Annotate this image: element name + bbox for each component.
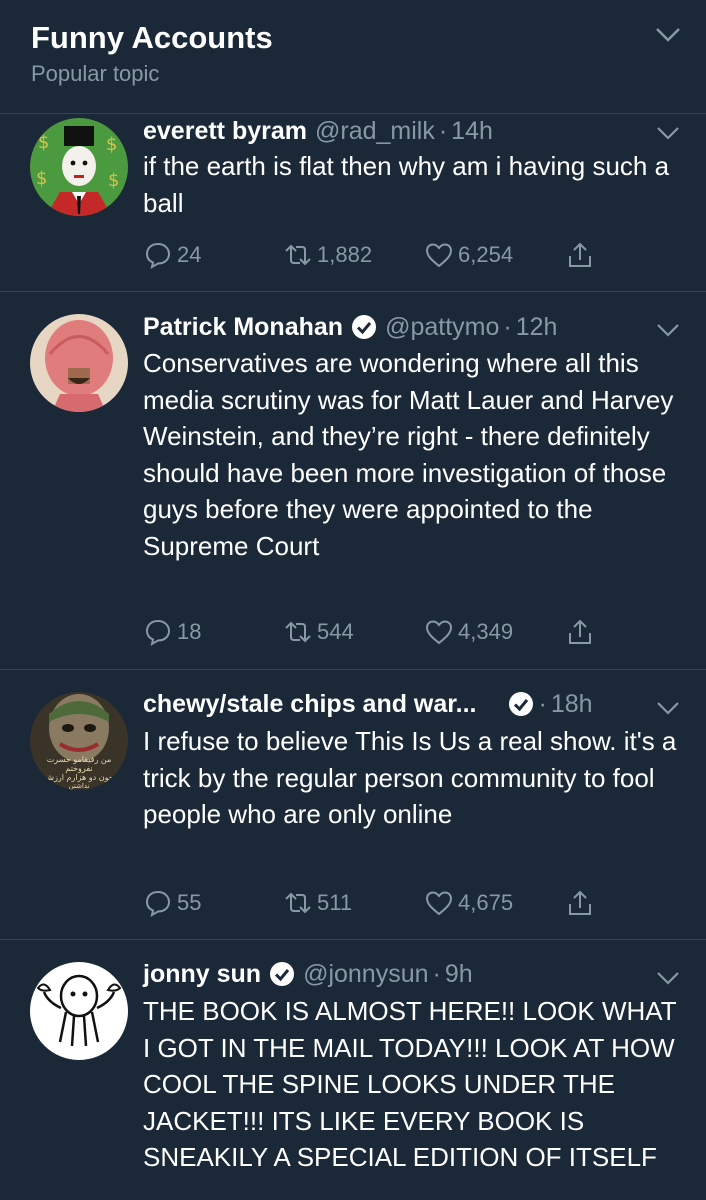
tweet-1[interactable]: $ $ $ $ everett byram @rad_milk · 14h if… [0,114,706,292]
tweet-3[interactable]: من رفیقامو حسرت نفروختم جون دو هزارم ارز… [0,670,706,940]
tweet-meta: everett byram @rad_milk · 14h [143,114,493,148]
tweet-meta: Patrick Monahan @pattymo · 12h [143,310,557,344]
chevron-down-icon[interactable] [656,125,680,141]
separator-dot: · [538,689,547,718]
avatar[interactable] [30,962,128,1060]
display-name[interactable]: chewy/stale chips and war... [143,690,476,719]
chevron-down-icon[interactable] [656,970,680,986]
retweet-icon [285,621,311,643]
tweet-4[interactable]: jonny sun @jonnysun · 9h THE BOOK IS ALM… [0,940,706,1200]
tweet-text: THE BOOK IS ALMOST HERE!! LOOK WHAT I GO… [143,996,677,1172]
display-name[interactable]: Patrick Monahan [143,313,343,342]
verified-badge-icon [270,962,295,986]
retweet-icon [285,892,311,914]
display-name[interactable]: everett byram [143,117,307,146]
reply-count: 24 [177,242,202,267]
share-button[interactable] [565,240,599,270]
reply-icon [145,890,171,918]
timestamp[interactable]: 12h [516,313,558,342]
share-icon [569,619,591,644]
retweet-button[interactable]: 544 [283,617,354,647]
tweet-actions: 55 511 4,675 [143,888,613,922]
retweet-icon [285,244,311,266]
like-button[interactable]: 4,349 [424,617,513,647]
avatar-caption-2: نفروختم [65,764,92,773]
retweet-count: 511 [317,890,353,915]
reply-count: 55 [177,890,202,915]
avatar[interactable]: $ $ $ $ [30,118,128,216]
tweet-actions: 24 1,882 6,254 [143,240,613,274]
reply-icon [145,242,171,270]
avatar-caption-3: جون دو هزارم ارزش [44,773,113,782]
share-icon [569,890,591,915]
verified-badge-icon [509,692,534,716]
topic-subtitle: Popular topic [31,61,160,86]
username[interactable]: @pattymo [385,313,499,342]
tweet-meta: jonny sun @jonnysun · 9h [143,957,473,991]
timestamp[interactable]: 9h [445,960,473,989]
verified-badge-icon [352,315,377,339]
separator-dot: · [503,312,512,341]
like-icon [425,620,453,645]
svg-text:$: $ [106,134,117,155]
like-count: 6,254 [458,242,514,267]
like-icon [425,891,453,916]
separator-dot: · [432,959,441,988]
svg-text:$: $ [38,132,49,153]
reply-button[interactable]: 55 [143,888,201,918]
retweet-button[interactable]: 1,882 [283,240,372,270]
share-button[interactable] [565,888,599,918]
like-button[interactable]: 6,254 [424,240,513,270]
avatar-caption-4: نداشتن [69,782,90,790]
chevron-down-icon[interactable] [656,700,680,716]
reply-button[interactable]: 24 [143,240,201,270]
separator-dot: · [438,116,448,145]
avatar-caption-1: من رفیقامو حسرت [47,755,112,764]
retweet-button[interactable]: 511 [283,888,352,918]
topic-title: Funny Accounts [31,20,273,55]
svg-text:$: $ [36,168,47,189]
share-icon [569,242,591,267]
timestamp[interactable]: 14h [451,117,493,146]
tweet-text: I refuse to believe This Is Us a real sh… [143,726,677,829]
retweet-count: 1,882 [317,242,373,267]
display-name[interactable]: jonny sun [143,960,261,989]
timestamp[interactable]: 18h [551,690,593,719]
reply-button[interactable]: 18 [143,617,201,647]
tweet-text: Conservatives are wondering where all th… [143,348,674,561]
share-button[interactable] [565,617,599,647]
topic-header: Funny Accounts Popular topic [0,0,706,114]
svg-text:$: $ [108,170,119,191]
tweet-meta: chewy/stale chips and war... · 18h [143,687,593,721]
tweet-text: if the earth is flat then why am i havin… [143,151,670,218]
chevron-down-icon[interactable] [656,322,680,338]
retweet-count: 544 [317,619,354,644]
like-count: 4,349 [458,619,514,644]
username[interactable]: @jonnysun [303,960,428,989]
avatar[interactable] [30,314,128,412]
tweet-2[interactable]: Patrick Monahan @pattymo · 12h Conservat… [0,292,706,670]
avatar[interactable]: من رفیقامو حسرت نفروختم جون دو هزارم ارز… [30,692,128,790]
tweet-actions: 18 544 4,349 [143,617,613,651]
like-icon [425,243,453,268]
chevron-down-icon[interactable] [655,26,681,44]
reply-count: 18 [177,619,202,644]
like-count: 4,675 [458,890,514,915]
username[interactable]: @rad_milk [315,117,435,146]
reply-icon [145,619,171,647]
like-button[interactable]: 4,675 [424,888,513,918]
